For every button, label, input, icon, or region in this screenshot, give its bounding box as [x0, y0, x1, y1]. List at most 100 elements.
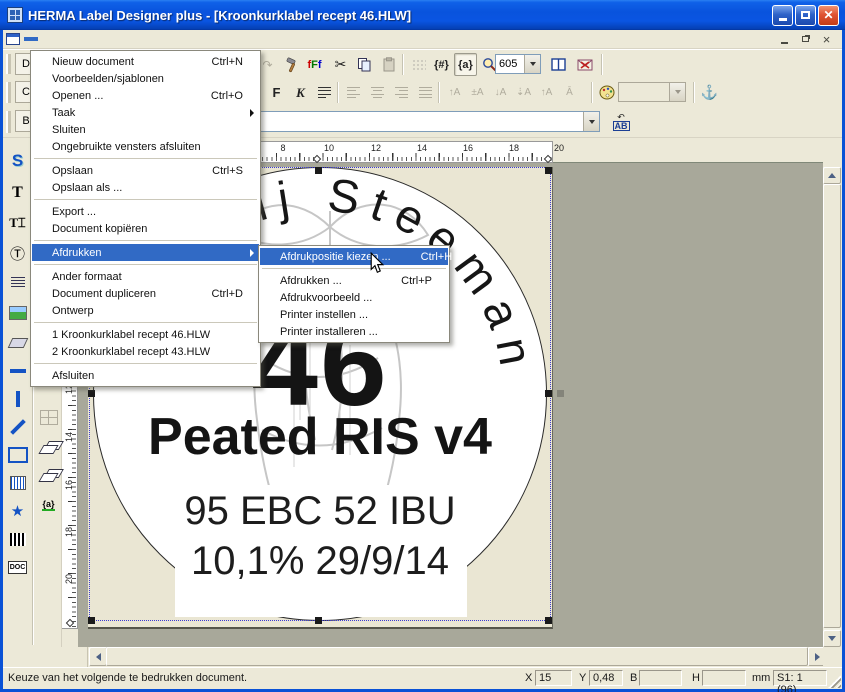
menu-beeld[interactable]	[80, 37, 94, 41]
close-button[interactable]: ✕	[818, 5, 839, 26]
selection-handle-bm[interactable]	[315, 617, 322, 624]
scroll-down-icon[interactable]	[823, 630, 841, 647]
menu-database[interactable]	[94, 37, 108, 41]
menu-venster[interactable]	[136, 37, 150, 41]
child-minimize-icon[interactable]	[777, 33, 792, 46]
menu-objecten[interactable]	[66, 37, 80, 41]
menu-bekijken[interactable]	[52, 37, 66, 41]
drop-text-icon[interactable]: ⇣A	[512, 81, 535, 104]
cut-icon[interactable]: ✂	[329, 53, 352, 76]
menu-help[interactable]	[150, 37, 164, 41]
field-import-tool[interactable]: {a}	[36, 492, 61, 518]
table-tool[interactable]	[36, 404, 61, 430]
vline-tool[interactable]	[5, 386, 30, 412]
anchor-icon[interactable]: ⚓	[698, 81, 721, 104]
menuitem-opslaan-als[interactable]: Opslaan als ...	[32, 179, 259, 196]
image-tool[interactable]	[5, 300, 30, 326]
center-text-icon[interactable]: ±A	[466, 81, 489, 104]
rect-tool[interactable]	[5, 442, 30, 468]
font-style-icon[interactable]: fFf	[303, 53, 326, 76]
document-icon[interactable]	[6, 33, 20, 45]
submenuitem-afdrukpositie[interactable]: Afdrukpositie kiezen ... Ctrl+H	[260, 248, 448, 265]
star-tool[interactable]: ★	[5, 498, 30, 524]
layers-front-tool[interactable]	[36, 436, 61, 462]
align-center-icon[interactable]	[366, 81, 389, 104]
lower-text-icon[interactable]: ↓A	[489, 81, 512, 104]
rotate-ab-icon[interactable]: ↶ AB	[608, 110, 634, 134]
horizontal-scroll-thumb[interactable]	[106, 647, 808, 666]
menuitem-ontwerp[interactable]: Ontwerp	[32, 302, 259, 319]
selection-handle-br[interactable]	[545, 617, 552, 624]
select-tool[interactable]: S	[5, 148, 30, 174]
child-close-icon[interactable]: ×	[819, 33, 834, 46]
menuitem-recent-2[interactable]: 2 Kroonkurklabel recept 43.HLW	[32, 343, 259, 360]
selection-handle-tm[interactable]	[315, 167, 322, 174]
selection-handle-rm-gray[interactable]	[557, 390, 564, 397]
raise-text-icon[interactable]: ↑A	[443, 81, 466, 104]
style-dropdown-icon[interactable]	[669, 83, 685, 101]
eraser-tool[interactable]	[5, 330, 30, 356]
submenuitem-afdrukvoorbeeld[interactable]: Afdrukvoorbeeld ...	[260, 289, 448, 306]
vertical-scroll-thumb[interactable]	[823, 184, 841, 628]
diagline-tool[interactable]	[5, 414, 30, 440]
menu-bestand[interactable]	[24, 37, 38, 41]
columns-view-icon[interactable]	[547, 53, 570, 76]
child-restore-icon[interactable]	[798, 33, 813, 46]
selection-handle-tr[interactable]	[545, 167, 552, 174]
menuitem-afdrukken[interactable]: Afdrukken	[32, 244, 259, 261]
menuitem-opslaan[interactable]: Opslaan Ctrl+S	[32, 162, 259, 179]
menuitem-document-dupliceren[interactable]: Document dupliceren Ctrl+D	[32, 285, 259, 302]
grid-icon[interactable]	[407, 53, 430, 76]
menuitem-recent-1[interactable]: 1 Kroonkurklabel recept 46.HLW	[32, 326, 259, 343]
align-right-icon[interactable]	[390, 81, 413, 104]
menuitem-ongebruikte[interactable]: Ongebruikte vensters afsluiten	[32, 138, 259, 155]
menuitem-document-kopieren[interactable]: Document kopiëren	[32, 220, 259, 237]
scroll-up-icon[interactable]	[823, 167, 841, 184]
selection-handle-rm[interactable]	[545, 390, 552, 397]
menuitem-openen[interactable]: Openen ... Ctrl+O	[32, 87, 259, 104]
copy-icon[interactable]	[353, 53, 376, 76]
align-left-icon[interactable]	[342, 81, 365, 104]
text-cursor-tool[interactable]: T⌶	[5, 210, 30, 236]
content-dropdown-icon[interactable]	[583, 112, 599, 131]
horizontal-scrollbar[interactable]	[89, 647, 826, 666]
style-combo[interactable]	[618, 82, 686, 102]
scroll-left-icon[interactable]	[89, 647, 107, 666]
menuitem-export[interactable]: Export ...	[32, 203, 259, 220]
submenuitem-printer-instellen[interactable]: Printer instellen ...	[260, 306, 448, 323]
doc-tool[interactable]: DOC	[5, 554, 30, 580]
text-tool[interactable]: T	[5, 180, 30, 206]
paragraph-icon[interactable]	[313, 81, 336, 104]
menuitem-voorbeelden[interactable]: Voorbeelden/sjablonen	[32, 70, 259, 87]
mail-remove-icon[interactable]	[573, 53, 596, 76]
italic-icon[interactable]: K	[289, 81, 312, 104]
selection-handle-lm[interactable]	[88, 390, 95, 397]
hammer-tools-icon[interactable]	[280, 53, 303, 76]
resize-grip[interactable]	[828, 675, 841, 688]
layers-back-tool[interactable]	[36, 464, 61, 490]
minimize-button[interactable]	[772, 5, 793, 26]
align-justify-icon[interactable]	[414, 81, 437, 104]
pattern-tool[interactable]	[5, 470, 30, 496]
menu-opmaak[interactable]	[108, 37, 122, 41]
menuitem-nieuw-document[interactable]: Nieuw document Ctrl+N	[32, 53, 259, 70]
field-number-icon[interactable]: {#}	[430, 53, 453, 76]
paste-icon[interactable]	[377, 53, 400, 76]
hline-tool[interactable]	[5, 358, 30, 384]
zoom-level-combo[interactable]: 605	[495, 54, 541, 74]
circular-text-tool[interactable]: Ⓣ	[5, 240, 30, 266]
barcode-tool[interactable]	[5, 526, 30, 552]
menuitem-afsluiten[interactable]: Afsluiten	[32, 367, 259, 384]
bold-icon[interactable]: F	[265, 81, 288, 104]
submenuitem-afdrukken[interactable]: Afdrukken ... Ctrl+P	[260, 272, 448, 289]
paragraph-tool[interactable]	[5, 270, 30, 296]
field-text-icon[interactable]: {a}	[454, 53, 477, 76]
menu-opties[interactable]	[122, 37, 136, 41]
overline-text-icon[interactable]: Ā	[558, 81, 581, 104]
vertical-scrollbar[interactable]	[823, 167, 841, 647]
menuitem-sluiten[interactable]: Sluiten	[32, 121, 259, 138]
menuitem-taak[interactable]: Taak	[32, 104, 259, 121]
maximize-button[interactable]	[795, 5, 816, 26]
palette-icon[interactable]	[595, 81, 618, 104]
zoom-dropdown-icon[interactable]	[524, 55, 540, 73]
